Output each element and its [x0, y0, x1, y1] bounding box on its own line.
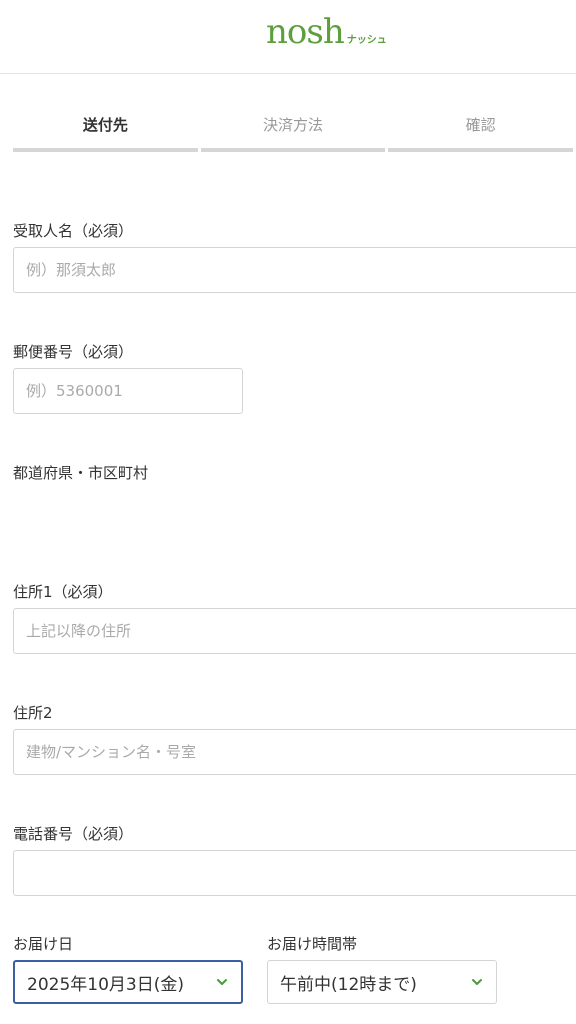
delivery-date-label: お届け日 [13, 935, 74, 953]
step-payment: 決済方法 [200, 104, 386, 154]
chevron-down-icon [472, 979, 482, 985]
phone-label: 電話番号（必須） [13, 825, 134, 843]
step-confirm: 確認 [388, 104, 574, 154]
step-label: 決済方法 [263, 116, 324, 134]
step-label: 送付先 [82, 116, 128, 134]
recipient-label: 受取人名（必須） [13, 222, 134, 240]
step-progress-bar [13, 148, 198, 152]
phone-input[interactable] [13, 850, 576, 896]
logo-kana: ナッシュ [346, 35, 387, 46]
delivery-date-value: 2025年10月3日(金) [27, 974, 184, 995]
address1-input[interactable] [13, 608, 576, 654]
chevron-down-icon [217, 979, 227, 985]
prefecture-city-label: 都道府県・市区町村 [13, 464, 149, 482]
step-progress-bar [200, 148, 386, 152]
app-header: nosh ナッシュ [0, 0, 576, 74]
checkout-steps: 送付先 決済方法 確認 [13, 104, 576, 154]
delivery-time-label: お届け時間帯 [267, 935, 358, 953]
step-shipping: 送付先 [13, 104, 198, 154]
delivery-time-value: 午前中(12時まで) [280, 974, 417, 995]
postal-code-label: 郵便番号（必須） [13, 343, 134, 361]
address2-input[interactable] [13, 729, 576, 775]
delivery-date-select[interactable]: 2025年10月3日(金) [13, 960, 243, 1004]
address1-label: 住所1（必須） [13, 583, 113, 601]
postal-code-input[interactable] [13, 368, 243, 414]
recipient-name-input[interactable] [13, 247, 576, 293]
nosh-logo[interactable]: nosh ナッシュ [266, 14, 387, 50]
delivery-time-select[interactable]: 午前中(12時まで) [267, 960, 497, 1004]
step-label: 確認 [465, 116, 496, 134]
address2-label: 住所2 [13, 704, 53, 722]
logo-wordmark: nosh [266, 12, 345, 52]
step-progress-bar [388, 148, 574, 152]
